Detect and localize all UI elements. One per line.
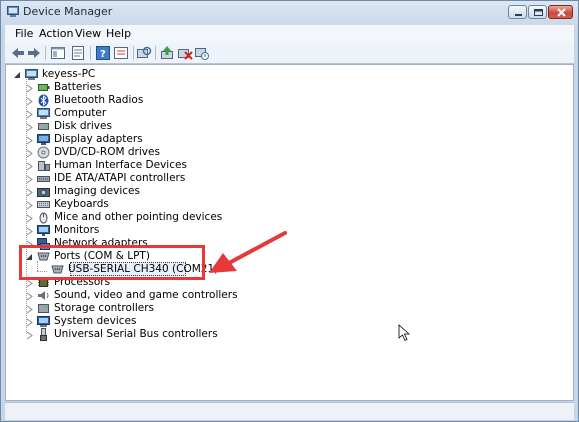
disk-drive-icon [37, 120, 50, 133]
tree-item-label: Sound, video and game controllers [54, 289, 238, 301]
expand-arrow-icon[interactable] [26, 226, 34, 236]
monitor-icon [37, 224, 50, 237]
battery-icon [37, 81, 50, 94]
tree-item-label: System devices [54, 315, 137, 327]
expand-arrow-icon[interactable] [26, 122, 34, 132]
tree-item-label: Monitors [54, 224, 100, 236]
mouse-cursor-icon [398, 324, 410, 342]
tree-item-label: DVD/CD-ROM drives [54, 146, 160, 158]
expand-arrow-icon[interactable] [26, 213, 34, 223]
properties-icon[interactable] [70, 45, 86, 61]
camera-icon [37, 185, 50, 198]
expand-arrow-icon[interactable] [26, 330, 34, 340]
back-icon[interactable] [10, 45, 26, 61]
update-driver-icon[interactable] [159, 45, 175, 61]
sound-icon [37, 289, 50, 302]
bluetooth-icon [37, 94, 50, 107]
scan-hardware-icon[interactable] [136, 45, 152, 61]
title-bar[interactable]: Device Manager [1, 1, 578, 23]
tree-item-label: Display adapters [54, 133, 143, 145]
annotation-arrow-icon [209, 231, 287, 273]
collapse-arrow-icon[interactable] [14, 70, 22, 79]
console-tree-icon[interactable] [50, 45, 66, 61]
help-icon[interactable]: ? [95, 45, 111, 61]
menu-bar: File Action View Help [5, 25, 574, 44]
device-manager-icon [7, 6, 19, 17]
usb-icon [37, 328, 50, 341]
window-title: Device Manager [23, 5, 113, 18]
expand-arrow-icon[interactable] [26, 291, 34, 301]
show-hide-icon[interactable] [113, 45, 129, 61]
device-tree-pane[interactable]: keyess-PC Batteries Bluetooth Radios Com… [5, 64, 574, 401]
computer-icon [37, 107, 50, 120]
minimize-button[interactable] [508, 5, 527, 19]
menu-help[interactable]: Help [101, 27, 136, 40]
expand-arrow-icon[interactable] [26, 135, 34, 145]
expand-arrow-icon[interactable] [26, 96, 34, 106]
tree-item-label: Imaging devices [54, 185, 140, 197]
expand-arrow-icon[interactable] [26, 304, 34, 314]
display-adapter-icon [37, 133, 50, 146]
computer-icon [25, 68, 38, 81]
expand-arrow-icon[interactable] [26, 317, 34, 327]
tree-item-label: Computer [54, 107, 107, 119]
uninstall-icon[interactable] [177, 45, 193, 61]
close-button[interactable] [548, 5, 573, 19]
expand-arrow-icon[interactable] [26, 187, 34, 197]
tree-item-label: Universal Serial Bus controllers [54, 328, 218, 340]
tree-item-label: Batteries [54, 81, 102, 93]
mouse-icon [37, 211, 50, 224]
disable-icon[interactable] [194, 45, 210, 61]
hid-icon [37, 159, 50, 172]
tree-item-label: Bluetooth Radios [54, 94, 144, 106]
tree-root-label: keyess-PC [42, 68, 96, 80]
tree-item-label: Human Interface Devices [54, 159, 187, 171]
tree-item-label: IDE ATA/ATAPI controllers [54, 172, 186, 184]
tree-item-label: Storage controllers [54, 302, 154, 314]
expand-arrow-icon[interactable] [26, 161, 34, 171]
ide-controller-icon [37, 172, 50, 185]
forward-icon[interactable] [26, 45, 42, 61]
device-manager-window: Device Manager File Action View Help ? k… [0, 0, 579, 422]
expand-arrow-icon[interactable] [26, 174, 34, 184]
svg-text:?: ? [100, 49, 106, 60]
tree-item-label: Mice and other pointing devices [54, 211, 223, 223]
expand-arrow-icon[interactable] [26, 83, 34, 93]
expand-arrow-icon[interactable] [26, 148, 34, 158]
system-device-icon [37, 315, 50, 328]
tree-item-label: Disk drives [54, 120, 112, 132]
expand-arrow-icon[interactable] [26, 109, 34, 119]
maximize-button[interactable] [528, 5, 547, 19]
annotation-highlight-box [19, 245, 205, 280]
tree-item-label: Keyboards [54, 198, 109, 210]
toolbar: ? [5, 43, 574, 64]
expand-arrow-icon[interactable] [26, 200, 34, 210]
keyboard-icon [37, 198, 50, 211]
status-bar [5, 402, 574, 420]
dvd-drive-icon [37, 146, 50, 159]
storage-controller-icon [37, 302, 50, 315]
